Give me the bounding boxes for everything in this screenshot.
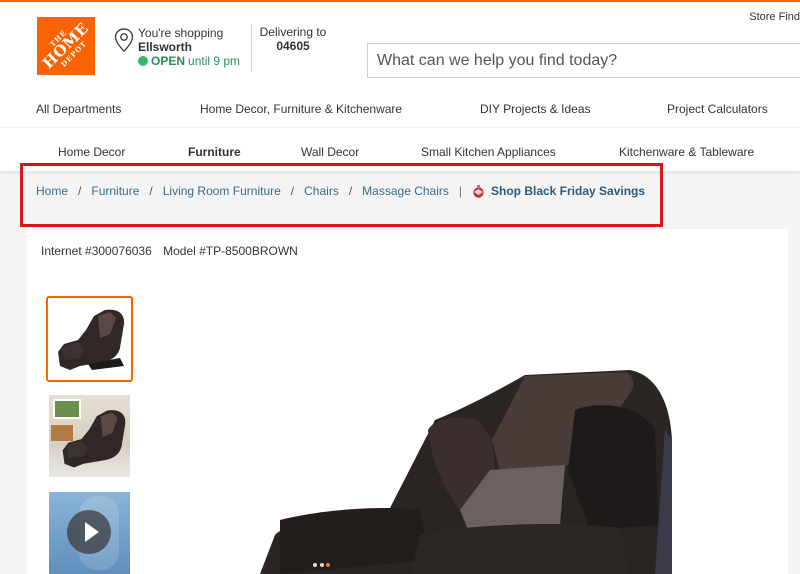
nav-all-departments[interactable]: All Departments [36,102,121,116]
search-input[interactable] [367,43,800,78]
shopping-label: You're shopping [138,26,224,40]
primary-nav: All Departments Home Decor, Furniture & … [0,90,800,128]
store-status: OPEN until 9 pm [138,54,240,68]
play-button-icon [67,510,111,554]
open-status-dot-icon [138,56,148,66]
main-product-image [260,370,672,574]
model-number: Model #TP-8500BROWN [163,244,298,258]
delivery-zip-selector[interactable]: Delivering to 04605 [258,25,328,53]
delivery-zip: 04605 [276,39,310,53]
breadcrumb-highlight-box [20,163,663,227]
location-pin-icon [114,28,134,52]
thumbnail-2[interactable] [49,395,130,477]
chair-thumbnail-image [58,309,125,370]
thumbnail-1-selected[interactable] [46,296,133,382]
subnav-small-kitchen-appliances[interactable]: Small Kitchen Appliances [421,145,556,159]
store-city: Ellsworth [138,40,193,54]
brand-top-bar [0,0,800,2]
subnav-wall-decor[interactable]: Wall Decor [301,145,359,159]
play-triangle-icon [85,522,99,542]
nav-diy-projects[interactable]: DIY Projects & Ideas [480,102,591,116]
nav-home-decor-furniture-kitchenware[interactable]: Home Decor, Furniture & Kitchenware [200,102,402,116]
subnav-furniture[interactable]: Furniture [188,145,241,159]
product-identifiers: Internet #300076036 Model #TP-8500BROWN [41,244,298,258]
subnav-home-decor[interactable]: Home Decor [58,145,125,159]
delivery-label: Delivering to [259,25,327,39]
home-depot-logo[interactable]: THE HOME DEPOT [37,17,95,75]
nav-project-calculators[interactable]: Project Calculators [667,102,768,116]
subnav-kitchenware-tableware[interactable]: Kitchenware & Tableware [619,145,754,159]
header-divider [251,24,252,72]
thumbnail-3-video[interactable] [49,492,130,574]
chair-thumbnail-image [62,410,126,468]
logo-text: THE HOME DEPOT [39,19,93,73]
store-finder-link[interactable]: Store Find [749,11,800,23]
internet-number: Internet #300076036 [41,244,152,258]
